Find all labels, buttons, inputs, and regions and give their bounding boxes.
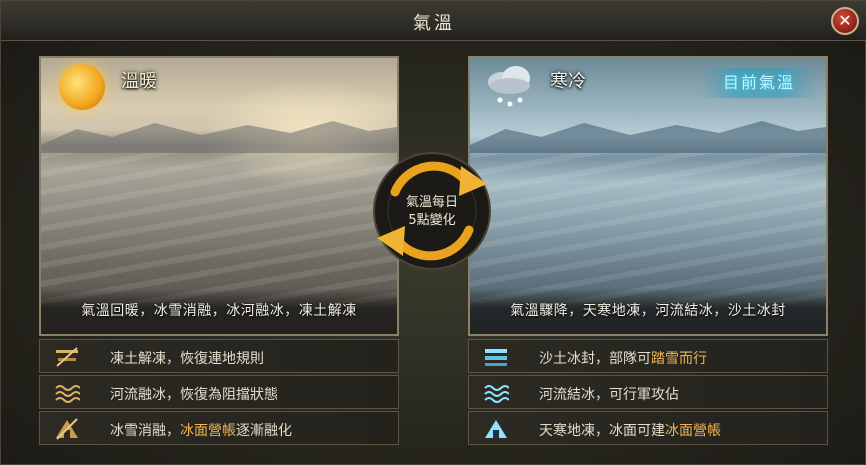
cold-effects-list: 沙土冰封，部隊可踏雪而行 河流結冰，可行軍攻佔 天寒地凍，冰面可建冰面營帳: [468, 339, 828, 447]
sun-icon: [59, 64, 105, 110]
list-item: 河流結冰，可行軍攻佔: [468, 375, 828, 409]
ice-tent-keyword: 冰面營帳: [180, 423, 236, 439]
temperature-dialog: 氣溫 ✕ 溫暖 氣溫回暖，冰雪消融，冰河融冰，凍土解凍 寒冷 目前氣溫 氣溫驟降…: [0, 0, 866, 465]
frozen-river-icon: [484, 385, 509, 403]
warm-weather-card: 溫暖 氣溫回暖，冰雪消融，冰河融冰，凍土解凍: [39, 56, 399, 336]
river-melt-icon: [55, 385, 80, 403]
ice-tent-keyword: 冰面營帳: [665, 423, 721, 439]
daily-change-dial: 氣溫每日 5點變化: [365, 144, 499, 278]
effect-text: 天寒地凍，冰面可建: [539, 423, 665, 439]
frozen-sand-icon: [485, 349, 507, 366]
effect-text: 冰雪消融，: [110, 423, 180, 439]
cold-title: 寒冷: [550, 71, 586, 92]
melting-tent-icon: [56, 418, 78, 440]
cold-weather-card: 寒冷 目前氣溫 氣溫驟降，天寒地凍，河流結冰，沙土冰封: [468, 56, 828, 336]
snow-march-keyword: 踏雪而行: [651, 351, 707, 367]
close-icon: ✕: [838, 11, 852, 30]
effect-text: 凍土解凍，恢復連地規則: [110, 351, 264, 367]
warm-caption: 氣溫回暖，冰雪消融，冰河融冰，凍土解凍: [81, 303, 357, 319]
close-button[interactable]: ✕: [831, 7, 859, 35]
list-item: 河流融冰，恢復為阻擋狀態: [39, 375, 399, 409]
list-item: 沙土冰封，部隊可踏雪而行: [468, 339, 828, 373]
list-item: 凍土解凍，恢復連地規則: [39, 339, 399, 373]
effect-text: 河流融冰，恢復為阻擋狀態: [110, 387, 278, 403]
cold-caption: 氣溫驟降，天寒地凍，河流結冰，沙土冰封: [510, 303, 786, 319]
thaw-ground-icon: [56, 347, 78, 367]
warm-effects-list: 凍土解凍，恢復連地規則 河流融冰，恢復為阻擋狀態 冰雪消融，冰面營帳逐漸融化: [39, 339, 399, 447]
dialog-title: 氣溫: [413, 13, 455, 34]
effect-text: 沙土冰封，部隊可: [539, 351, 651, 367]
warm-title: 溫暖: [121, 71, 157, 92]
effect-text: 河流結冰，可行軍攻佔: [539, 387, 679, 403]
dial-line-2: 5點變化: [408, 213, 456, 228]
list-item: 冰雪消融，冰面營帳逐漸融化: [39, 411, 399, 445]
snow-cloud-icon: [488, 66, 530, 107]
title-bar: 氣溫 ✕: [1, 1, 866, 41]
current-temperature-badge: 目前氣溫: [700, 68, 818, 98]
ice-tent-icon: [485, 420, 507, 438]
list-item: 天寒地凍，冰面可建冰面營帳: [468, 411, 828, 445]
dial-line-1: 氣溫每日: [405, 195, 458, 210]
effect-text-rest: 逐漸融化: [236, 423, 292, 439]
